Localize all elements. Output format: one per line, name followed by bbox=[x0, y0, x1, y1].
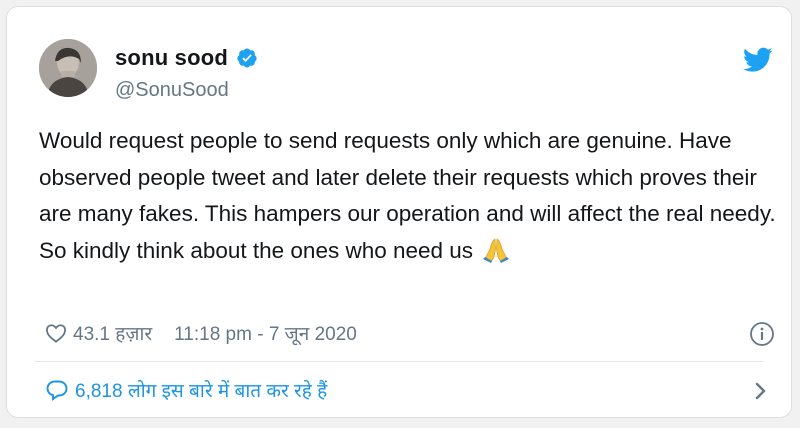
tweet-body: Would request people to send requests on… bbox=[39, 123, 779, 269]
conversation-link[interactable]: 6,818 लोग इस बारे में बात कर रहे हैं bbox=[45, 375, 767, 405]
author-handle[interactable]: @SonuSood bbox=[115, 79, 229, 102]
tweet-text: Would request people to send requests on… bbox=[39, 128, 776, 263]
chevron-right-icon[interactable] bbox=[753, 381, 767, 401]
twitter-bird-icon[interactable] bbox=[743, 47, 773, 73]
embedded-tweet-card[interactable]: sonu sood @SonuSood Would request people… bbox=[6, 6, 792, 418]
info-icon[interactable] bbox=[749, 321, 775, 347]
verified-badge-icon bbox=[237, 48, 257, 68]
comment-icon bbox=[46, 380, 68, 401]
folded-hands-emoji-icon bbox=[483, 237, 510, 263]
heart-icon[interactable] bbox=[45, 323, 67, 343]
tweet-timestamp[interactable]: 11:18 pm - 7 जून 2020 bbox=[174, 320, 357, 346]
like-count[interactable]: 43.1 हज़ार bbox=[73, 320, 152, 346]
avatar-image bbox=[39, 39, 97, 97]
author-display-name[interactable]: sonu sood bbox=[115, 45, 228, 71]
conversation-label: 6,818 लोग इस बारे में बात कर रहे हैं bbox=[75, 381, 328, 402]
divider bbox=[35, 361, 763, 362]
tweet-header: sonu sood @SonuSood bbox=[35, 31, 775, 101]
avatar[interactable] bbox=[39, 39, 97, 97]
tweet-meta-row: 43.1 हज़ार 11:18 pm - 7 जून 2020 bbox=[45, 319, 775, 347]
author-name-row: sonu sood bbox=[115, 45, 258, 71]
